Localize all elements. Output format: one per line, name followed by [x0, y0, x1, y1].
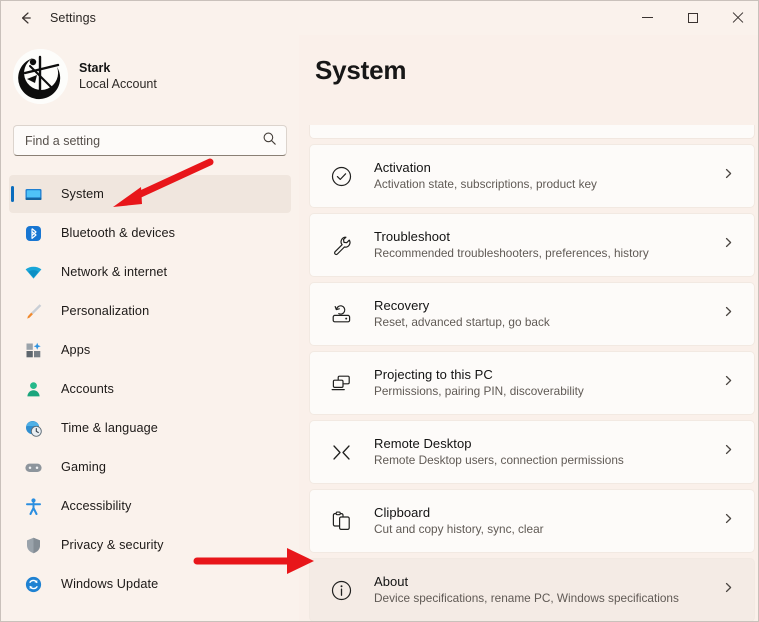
card-title: Troubleshoot [374, 229, 450, 245]
sidebar-item-label: Windows Update [61, 577, 159, 591]
sidebar-item-gaming[interactable]: Gaming [9, 448, 291, 486]
sidebar-item-label: System [61, 187, 104, 201]
check-circle-icon [328, 163, 354, 189]
chevron-right-icon [722, 374, 735, 392]
back-button[interactable] [9, 3, 43, 33]
sidebar-item-label: Network & internet [61, 265, 168, 279]
remote-desktop-icon [328, 439, 354, 465]
sidebar-item-label: Accounts [61, 382, 114, 396]
chevron-right-icon [722, 236, 735, 254]
chevron-right-icon [722, 167, 735, 185]
window-controls [625, 1, 758, 35]
sidebar-item-personalization[interactable]: Personalization [9, 292, 291, 330]
card-subtitle: Remote Desktop users, connection permiss… [374, 453, 624, 468]
settings-card-remote-desktop[interactable]: Remote Desktop Remote Desktop users, con… [309, 420, 755, 484]
card-title: Activation [374, 160, 431, 176]
sidebar-item-accessibility[interactable]: Accessibility [9, 487, 291, 525]
maximize-icon [687, 12, 698, 23]
sidebar-item-label: Gaming [61, 460, 107, 474]
main-content: System Activation Activation state, subs… [299, 35, 758, 621]
sidebar-item-label: Privacy & security [61, 538, 164, 552]
close-button[interactable] [715, 1, 758, 34]
projecting-screens-icon [328, 370, 354, 396]
title-bar: Settings [1, 1, 758, 35]
sidebar-item-time-language[interactable]: Time & language [9, 409, 291, 447]
card-title: About [374, 574, 409, 590]
card-title: Clipboard [374, 505, 431, 521]
card-subtitle: Device specifications, rename PC, Window… [374, 591, 679, 606]
search-box[interactable] [13, 125, 287, 156]
minimize-button[interactable] [625, 1, 670, 34]
sidebar-item-apps[interactable]: Apps [9, 331, 291, 369]
sidebar-nav: System Bluetooth & devices Network & int… [1, 175, 299, 603]
clock-globe-icon [23, 418, 43, 438]
recovery-icon [328, 301, 354, 327]
wifi-icon [23, 262, 43, 282]
chevron-right-icon [722, 581, 735, 599]
apps-grid-icon [23, 340, 43, 360]
sidebar-item-network-internet[interactable]: Network & internet [9, 253, 291, 291]
settings-card-recovery[interactable]: Recovery Reset, advanced startup, go bac… [309, 282, 755, 346]
card-subtitle: Cut and copy history, sync, clear [374, 522, 544, 537]
page-title: System [315, 55, 407, 85]
settings-card-clipboard[interactable]: Clipboard Cut and copy history, sync, cl… [309, 489, 755, 553]
sidebar-item-system[interactable]: System [9, 175, 291, 213]
monitor-icon [23, 184, 43, 204]
sidebar: Stark Local Account Find a setting Syste… [1, 35, 299, 621]
bluetooth-icon [23, 223, 43, 243]
sidebar-item-label: Accessibility [61, 499, 132, 513]
paintbrush-icon [23, 301, 43, 321]
settings-card-projecting-to-this-pc[interactable]: Projecting to this PC Permissions, pairi… [309, 351, 755, 415]
chevron-right-icon [722, 443, 735, 461]
sidebar-item-label: Personalization [61, 304, 150, 318]
clipped-card-above [309, 125, 755, 139]
wrench-icon [328, 232, 354, 258]
search-icon [262, 131, 277, 151]
settings-card-list: Activation Activation state, subscriptio… [309, 125, 755, 621]
sidebar-item-label: Time & language [61, 421, 158, 435]
clipboard-icon [328, 508, 354, 534]
minimize-icon [642, 17, 653, 18]
window-title: Settings [50, 11, 96, 25]
shield-icon [23, 535, 43, 555]
card-title: Recovery [374, 298, 430, 314]
sidebar-item-accounts[interactable]: Accounts [9, 370, 291, 408]
sidebar-item-windows-update[interactable]: Windows Update [9, 565, 291, 603]
sidebar-item-privacy-security[interactable]: Privacy & security [9, 526, 291, 564]
close-icon [732, 12, 744, 24]
card-title: Remote Desktop [374, 436, 472, 452]
chevron-right-icon [722, 305, 735, 323]
card-title: Projecting to this PC [374, 367, 493, 383]
settings-card-about[interactable]: About Device specifications, rename PC, … [309, 558, 755, 621]
maximize-button[interactable] [670, 1, 715, 34]
gamepad-icon [23, 457, 43, 477]
card-subtitle: Activation state, subscriptions, product… [374, 177, 597, 192]
sidebar-item-bluetooth-devices[interactable]: Bluetooth & devices [9, 214, 291, 252]
settings-card-troubleshoot[interactable]: Troubleshoot Recommended troubleshooters… [309, 213, 755, 277]
settings-card-activation[interactable]: Activation Activation state, subscriptio… [309, 144, 755, 208]
card-subtitle: Permissions, pairing PIN, discoverabilit… [374, 384, 584, 399]
update-refresh-icon [23, 574, 43, 594]
person-icon [23, 379, 43, 399]
sidebar-item-label: Apps [61, 343, 91, 357]
search-input[interactable] [14, 126, 286, 155]
settings-window: Settings Stark Local Account Find a sett… [0, 0, 759, 622]
user-avatar [13, 48, 68, 104]
card-subtitle: Recommended troubleshooters, preferences… [374, 246, 649, 261]
profile-section[interactable]: Stark Local Account [13, 45, 299, 107]
card-subtitle: Reset, advanced startup, go back [374, 315, 550, 330]
back-arrow-icon [18, 10, 34, 26]
profile-account-type: Local Account [79, 77, 157, 91]
info-circle-icon [328, 577, 354, 603]
chevron-right-icon [722, 512, 735, 530]
profile-name: Stark [79, 60, 111, 75]
sidebar-item-label: Bluetooth & devices [61, 226, 176, 240]
accessibility-person-icon [23, 496, 43, 516]
